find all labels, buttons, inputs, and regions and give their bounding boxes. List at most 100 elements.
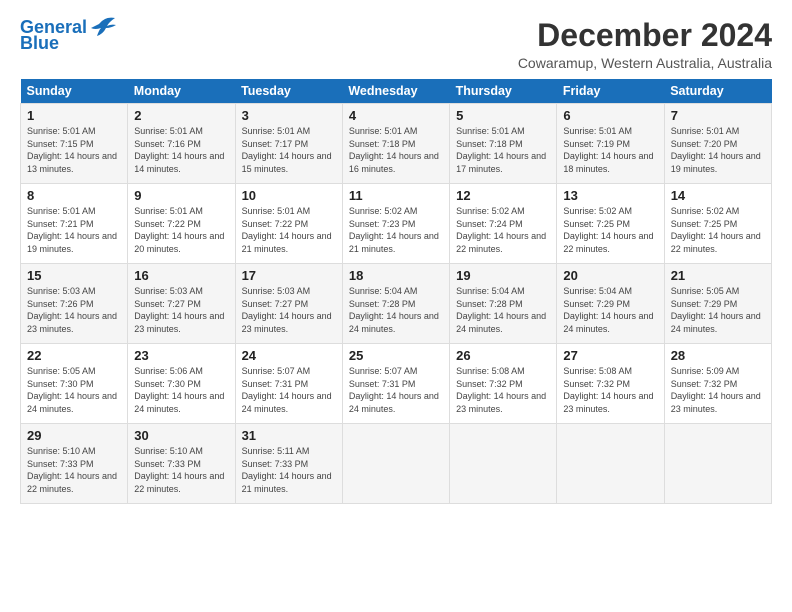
day-info: Sunrise: 5:01 AMSunset: 7:17 PMDaylight:…: [242, 126, 332, 174]
day-info: Sunrise: 5:07 AMSunset: 7:31 PMDaylight:…: [349, 366, 439, 414]
day-header-sunday: Sunday: [21, 79, 128, 104]
day-number: 7: [671, 108, 765, 123]
calendar-cell: 26Sunrise: 5:08 AMSunset: 7:32 PMDayligh…: [450, 344, 557, 424]
calendar-cell: 19 Sunrise: 5:04 AMSunset: 7:28 PMDayligh…: [450, 264, 557, 344]
calendar-cell: 15 Sunrise: 5:03 AMSunset: 7:26 PMDayligh…: [21, 264, 128, 344]
calendar-week-row: 29 Sunrise: 5:10 AMSunset: 7:33 PMDayligh…: [21, 424, 772, 504]
day-number: 4: [349, 108, 443, 123]
day-number: 21: [671, 268, 765, 283]
day-info: Sunrise: 5:03 AMSunset: 7:26 PMDaylight:…: [27, 286, 117, 334]
day-number: 6: [563, 108, 657, 123]
day-number: 19: [456, 268, 550, 283]
day-number: 23: [134, 348, 228, 363]
day-header-thursday: Thursday: [450, 79, 557, 104]
day-info: Sunrise: 5:10 AMSunset: 7:33 PMDaylight:…: [27, 446, 117, 494]
calendar-cell: 20 Sunrise: 5:04 AMSunset: 7:29 PMDayligh…: [557, 264, 664, 344]
day-header-tuesday: Tuesday: [235, 79, 342, 104]
calendar-cell: 27Sunrise: 5:08 AMSunset: 7:32 PMDayligh…: [557, 344, 664, 424]
calendar-cell: 24 Sunrise: 5:07 AMSunset: 7:31 PMDayligh…: [235, 344, 342, 424]
day-number: 15: [27, 268, 121, 283]
day-number: 29: [27, 428, 121, 443]
day-number: 30: [134, 428, 228, 443]
day-info: Sunrise: 5:01 AMSunset: 7:15 PMDaylight:…: [27, 126, 117, 174]
day-number: 10: [242, 188, 336, 203]
day-number: 22: [27, 348, 121, 363]
day-info: Sunrise: 5:03 AMSunset: 7:27 PMDaylight:…: [242, 286, 332, 334]
header: General Blue December 2024 Cowaramup, We…: [20, 18, 772, 71]
day-number: 24: [242, 348, 336, 363]
day-number: 5: [456, 108, 550, 123]
day-number: 1: [27, 108, 121, 123]
calendar-cell: 6 Sunrise: 5:01 AMSunset: 7:19 PMDaylight…: [557, 104, 664, 184]
day-number: 18: [349, 268, 443, 283]
calendar-cell: 23Sunrise: 5:06 AMSunset: 7:30 PMDayligh…: [128, 344, 235, 424]
day-number: 13: [563, 188, 657, 203]
day-info: Sunrise: 5:02 AMSunset: 7:25 PMDaylight:…: [671, 206, 761, 254]
day-info: Sunrise: 5:04 AMSunset: 7:29 PMDaylight:…: [563, 286, 653, 334]
day-info: Sunrise: 5:01 AMSunset: 7:18 PMDaylight:…: [456, 126, 546, 174]
day-number: 2: [134, 108, 228, 123]
calendar-cell: 21 Sunrise: 5:05 AMSunset: 7:29 PMDayligh…: [664, 264, 771, 344]
calendar-title: December 2024: [518, 18, 772, 53]
day-number: 9: [134, 188, 228, 203]
calendar-cell: 28Sunrise: 5:09 AMSunset: 7:32 PMDayligh…: [664, 344, 771, 424]
day-info: Sunrise: 5:02 AMSunset: 7:23 PMDaylight:…: [349, 206, 439, 254]
day-info: Sunrise: 5:02 AMSunset: 7:24 PMDaylight:…: [456, 206, 546, 254]
day-info: Sunrise: 5:01 AMSunset: 7:18 PMDaylight:…: [349, 126, 439, 174]
calendar-subtitle: Cowaramup, Western Australia, Australia: [518, 55, 772, 71]
calendar-cell: 2 Sunrise: 5:01 AMSunset: 7:16 PMDaylight…: [128, 104, 235, 184]
calendar-cell: [450, 424, 557, 504]
title-block: December 2024 Cowaramup, Western Austral…: [518, 18, 772, 71]
day-header-friday: Friday: [557, 79, 664, 104]
day-header-saturday: Saturday: [664, 79, 771, 104]
calendar-cell: 31Sunrise: 5:11 AMSunset: 7:33 PMDayligh…: [235, 424, 342, 504]
day-info: Sunrise: 5:03 AMSunset: 7:27 PMDaylight:…: [134, 286, 224, 334]
calendar-cell: 18Sunrise: 5:04 AMSunset: 7:28 PMDayligh…: [342, 264, 449, 344]
calendar-cell: 13Sunrise: 5:02 AMSunset: 7:25 PMDayligh…: [557, 184, 664, 264]
day-info: Sunrise: 5:08 AMSunset: 7:32 PMDaylight:…: [456, 366, 546, 414]
day-number: 25: [349, 348, 443, 363]
day-info: Sunrise: 5:01 AMSunset: 7:20 PMDaylight:…: [671, 126, 761, 174]
calendar-cell: 4 Sunrise: 5:01 AMSunset: 7:18 PMDaylight…: [342, 104, 449, 184]
calendar-cell: 25 Sunrise: 5:07 AMSunset: 7:31 PMDayligh…: [342, 344, 449, 424]
day-info: Sunrise: 5:10 AMSunset: 7:33 PMDaylight:…: [134, 446, 224, 494]
calendar-cell: 14Sunrise: 5:02 AMSunset: 7:25 PMDayligh…: [664, 184, 771, 264]
day-info: Sunrise: 5:07 AMSunset: 7:31 PMDaylight:…: [242, 366, 332, 414]
logo-text2: Blue: [20, 34, 59, 54]
logo: General Blue: [20, 18, 117, 54]
day-number: 20: [563, 268, 657, 283]
day-info: Sunrise: 5:01 AMSunset: 7:22 PMDaylight:…: [242, 206, 332, 254]
calendar-cell: 22 Sunrise: 5:05 AMSunset: 7:30 PMDayligh…: [21, 344, 128, 424]
day-info: Sunrise: 5:01 AMSunset: 7:21 PMDaylight:…: [27, 206, 117, 254]
calendar-cell: [664, 424, 771, 504]
day-header-wednesday: Wednesday: [342, 79, 449, 104]
day-number: 11: [349, 188, 443, 203]
calendar-cell: 16 Sunrise: 5:03 AMSunset: 7:27 PMDayligh…: [128, 264, 235, 344]
day-info: Sunrise: 5:05 AMSunset: 7:29 PMDaylight:…: [671, 286, 761, 334]
calendar-cell: 8Sunrise: 5:01 AMSunset: 7:21 PMDaylight…: [21, 184, 128, 264]
day-info: Sunrise: 5:04 AMSunset: 7:28 PMDaylight:…: [456, 286, 546, 334]
day-header-monday: Monday: [128, 79, 235, 104]
calendar-cell: 30 Sunrise: 5:10 AMSunset: 7:33 PMDayligh…: [128, 424, 235, 504]
day-info: Sunrise: 5:11 AMSunset: 7:33 PMDaylight:…: [242, 446, 332, 494]
calendar-cell: 9 Sunrise: 5:01 AMSunset: 7:22 PMDaylight…: [128, 184, 235, 264]
day-info: Sunrise: 5:01 AMSunset: 7:22 PMDaylight:…: [134, 206, 224, 254]
day-number: 16: [134, 268, 228, 283]
day-number: 17: [242, 268, 336, 283]
calendar-cell: 29 Sunrise: 5:10 AMSunset: 7:33 PMDayligh…: [21, 424, 128, 504]
day-info: Sunrise: 5:01 AMSunset: 7:16 PMDaylight:…: [134, 126, 224, 174]
calendar-cell: 17 Sunrise: 5:03 AMSunset: 7:27 PMDayligh…: [235, 264, 342, 344]
day-info: Sunrise: 5:09 AMSunset: 7:32 PMDaylight:…: [671, 366, 761, 414]
calendar-cell: 3Sunrise: 5:01 AMSunset: 7:17 PMDaylight…: [235, 104, 342, 184]
day-number: 27: [563, 348, 657, 363]
calendar-cell: 5 Sunrise: 5:01 AMSunset: 7:18 PMDaylight…: [450, 104, 557, 184]
calendar-cell: 1 Sunrise: 5:01 AMSunset: 7:15 PMDaylight…: [21, 104, 128, 184]
calendar-cell: [557, 424, 664, 504]
day-info: Sunrise: 5:01 AMSunset: 7:19 PMDaylight:…: [563, 126, 653, 174]
calendar-cell: 11 Sunrise: 5:02 AMSunset: 7:23 PMDayligh…: [342, 184, 449, 264]
days-header-row: SundayMondayTuesdayWednesdayThursdayFrid…: [21, 79, 772, 104]
day-info: Sunrise: 5:05 AMSunset: 7:30 PMDaylight:…: [27, 366, 117, 414]
calendar-cell: [342, 424, 449, 504]
calendar-week-row: 1 Sunrise: 5:01 AMSunset: 7:15 PMDaylight…: [21, 104, 772, 184]
calendar-cell: 12Sunrise: 5:02 AMSunset: 7:24 PMDayligh…: [450, 184, 557, 264]
